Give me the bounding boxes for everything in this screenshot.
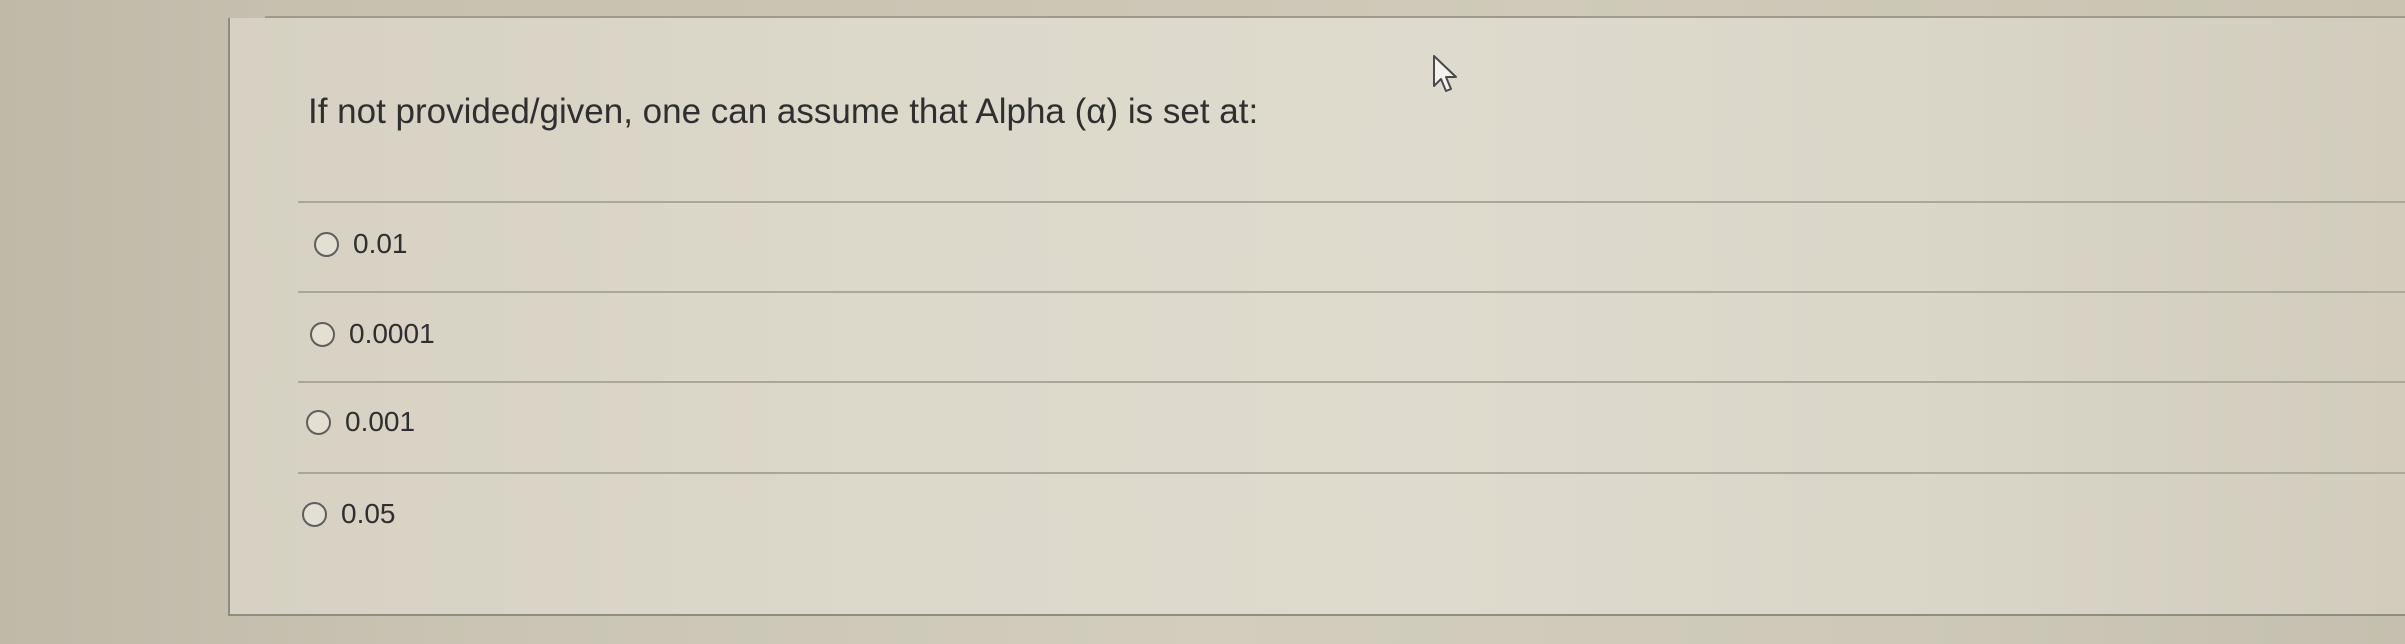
divider	[298, 472, 2405, 474]
option-label: 0.01	[353, 228, 408, 259]
question-text: If not provided/given, one can assume th…	[308, 92, 1259, 131]
answer-option-2[interactable]: 0.0001	[310, 314, 435, 354]
question-panel: If not provided/given, one can assume th…	[228, 18, 2405, 616]
radio-button[interactable]	[302, 501, 327, 527]
option-label: 0.05	[341, 498, 396, 529]
top-panel-edge	[265, 0, 2405, 18]
arrow-cursor-icon	[1433, 55, 1457, 92]
divider	[298, 201, 2405, 203]
divider	[298, 381, 2405, 383]
divider	[298, 291, 2405, 293]
radio-button[interactable]	[310, 321, 335, 347]
answer-option-4[interactable]: 0.05	[302, 494, 396, 534]
option-label: 0.001	[345, 406, 416, 437]
radio-button[interactable]	[306, 409, 331, 435]
answer-option-1[interactable]: 0.01	[314, 224, 408, 264]
option-label: 0.0001	[349, 318, 435, 349]
answer-option-3[interactable]: 0.001	[306, 402, 415, 442]
radio-button[interactable]	[314, 231, 339, 257]
